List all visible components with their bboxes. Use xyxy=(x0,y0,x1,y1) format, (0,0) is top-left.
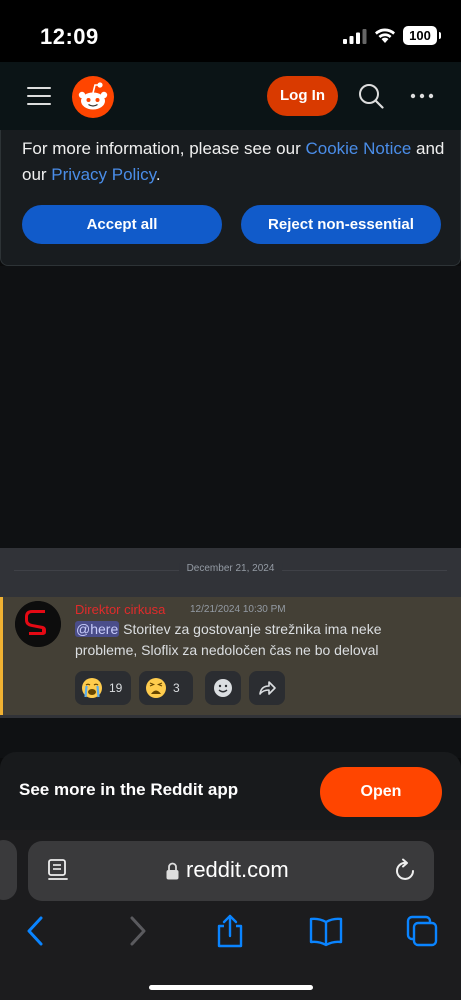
message-text: @here Storitev za gostovanje strežnika i… xyxy=(75,619,425,661)
reaction-weary: 3 xyxy=(139,671,193,705)
login-button[interactable]: Log In xyxy=(267,76,338,116)
cookie-notice-link[interactable]: Cookie Notice xyxy=(305,139,411,158)
reddit-header: Log In xyxy=(0,62,461,132)
cookie-text-prefix: For more information, please see our xyxy=(22,139,306,158)
reload-icon[interactable] xyxy=(394,858,418,884)
tabs-icon[interactable] xyxy=(405,914,439,948)
forward-icon[interactable] xyxy=(118,914,152,948)
wifi-icon xyxy=(375,28,395,43)
avatar xyxy=(15,601,61,647)
forward-message-icon xyxy=(249,671,285,705)
smiley-icon xyxy=(214,679,232,697)
reddit-logo[interactable] xyxy=(72,76,114,118)
message-timestamp: 12/21/2024 10:30 PM xyxy=(190,604,286,615)
weary-face-icon xyxy=(146,678,166,698)
previous-tab[interactable] xyxy=(0,840,17,900)
crying-face-icon xyxy=(82,678,102,698)
message-body: Storitev za gostovanje strežnika ima nek… xyxy=(75,621,382,658)
app-banner-text: See more in the Reddit app xyxy=(19,780,239,799)
discord-message: Direktor cirkusa 12/21/2024 10:30 PM @he… xyxy=(0,597,461,715)
page-menu-icon[interactable] xyxy=(46,858,70,884)
safari-toolbar: reddit.com xyxy=(0,830,461,1000)
url-text: reddit.com xyxy=(186,857,289,882)
back-icon[interactable] xyxy=(21,914,55,948)
author-name: Direktor cirkusa xyxy=(75,602,166,617)
forward-arrow-icon xyxy=(259,681,276,695)
reaction-count: 3 xyxy=(173,681,180,695)
cookie-text-suffix: . xyxy=(155,165,161,184)
menu-icon[interactable] xyxy=(27,84,51,108)
status-time: 12:09 xyxy=(40,24,99,49)
reject-non-essential-button[interactable]: Reject non-essential xyxy=(241,205,441,244)
reaction-crying: 19 xyxy=(75,671,131,705)
here-mention: @here xyxy=(75,621,120,637)
more-icon[interactable] xyxy=(410,88,434,104)
post-image[interactable]: December 21, 2024 Direktor cirkusa 12/21… xyxy=(0,548,461,718)
add-reaction-icon xyxy=(205,671,241,705)
date-label: December 21, 2024 xyxy=(178,563,283,574)
cookie-banner: For more information, please see our Coo… xyxy=(0,130,461,266)
share-icon[interactable] xyxy=(213,914,247,948)
address-bar[interactable]: reddit.com xyxy=(28,841,434,901)
bookmarks-icon[interactable] xyxy=(309,914,343,948)
reaction-count: 19 xyxy=(109,681,123,695)
privacy-policy-link[interactable]: Privacy Policy xyxy=(51,165,156,184)
lock-icon xyxy=(166,862,179,880)
post-content-area xyxy=(0,266,461,548)
open-app-button[interactable]: Open xyxy=(320,767,442,817)
status-bar: 12:09 100 xyxy=(0,0,461,62)
battery-level: 100 xyxy=(409,28,431,43)
battery-icon: 100 xyxy=(403,26,441,45)
signal-icon xyxy=(343,29,367,44)
cookie-text: For more information, please see our Coo… xyxy=(22,136,447,188)
accept-all-button[interactable]: Accept all xyxy=(22,205,222,244)
search-icon[interactable] xyxy=(358,83,384,109)
home-indicator xyxy=(149,985,313,990)
open-in-app-banner: See more in the Reddit app Open xyxy=(0,752,461,832)
